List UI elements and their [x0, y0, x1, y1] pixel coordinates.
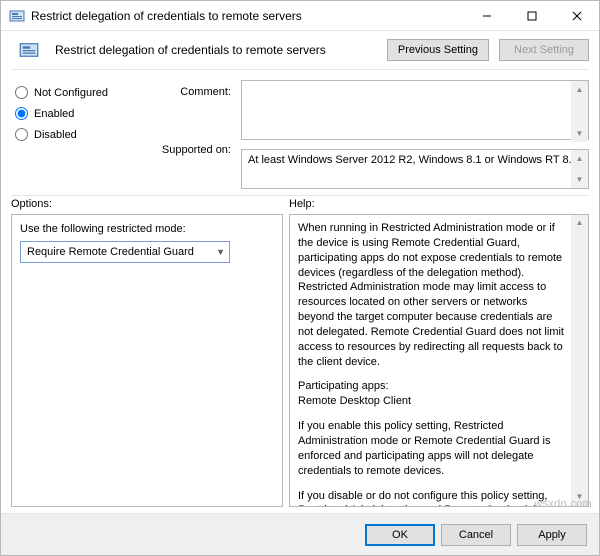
help-scrollbar[interactable]: ▲ ▼ — [571, 215, 588, 506]
help-line: Remote Desktop Client — [298, 395, 411, 407]
banner-title: Restrict delegation of credentials to re… — [55, 43, 326, 57]
comment-scrollbar[interactable]: ▲ ▼ — [571, 81, 588, 142]
maximize-icon — [527, 11, 537, 21]
minimize-button[interactable] — [464, 1, 509, 31]
ok-button[interactable]: OK — [365, 524, 435, 546]
footer: OK Cancel Apply — [1, 513, 599, 555]
field-labels: Comment: Supported on: — [143, 80, 231, 189]
state-radio-group: Not Configured Enabled Disabled — [15, 80, 133, 189]
help-paragraph: If you enable this policy setting, Restr… — [298, 419, 566, 478]
panes: Use the following restricted mode: Requi… — [1, 214, 599, 513]
comment-label: Comment: — [143, 86, 231, 98]
maximize-button[interactable] — [509, 1, 554, 31]
help-line: Participating apps: — [298, 380, 389, 392]
help-pane: When running in Restricted Administratio… — [289, 214, 589, 507]
radio-enabled-input[interactable] — [15, 107, 28, 120]
radio-enabled[interactable]: Enabled — [15, 107, 133, 120]
apply-button[interactable]: Apply — [517, 524, 587, 546]
config-area: Not Configured Enabled Disabled Comment:… — [1, 70, 599, 195]
section-labels: Options: Help: — [1, 196, 599, 214]
help-paragraph: If you disable or do not configure this … — [298, 489, 566, 508]
chevron-down-icon: ▼ — [216, 247, 225, 257]
radio-not-configured-input[interactable] — [15, 86, 28, 99]
comment-input[interactable] — [241, 80, 589, 140]
close-icon — [572, 11, 582, 21]
radio-disabled-label: Disabled — [34, 129, 77, 141]
radio-enabled-label: Enabled — [34, 108, 74, 120]
next-setting-button[interactable]: Next Setting — [499, 39, 589, 61]
previous-setting-button[interactable]: Previous Setting — [387, 39, 489, 61]
titlebar: Restrict delegation of credentials to re… — [1, 1, 599, 31]
window-title: Restrict delegation of credentials to re… — [31, 9, 302, 23]
options-heading: Options: — [11, 198, 289, 210]
close-button[interactable] — [554, 1, 599, 31]
restricted-mode-select[interactable]: Require Remote Credential Guard ▼ — [20, 241, 230, 263]
supported-scrollbar[interactable]: ▲ ▼ — [571, 150, 588, 188]
field-values: ▲ ▼ At least Windows Server 2012 R2, Win… — [241, 80, 589, 189]
scroll-up-icon: ▲ — [571, 150, 588, 167]
radio-not-configured[interactable]: Not Configured — [15, 86, 133, 99]
restricted-mode-label: Use the following restricted mode: — [20, 223, 274, 235]
dialog-window: Restrict delegation of credentials to re… — [0, 0, 600, 556]
options-pane: Use the following restricted mode: Requi… — [11, 214, 283, 507]
scroll-up-icon: ▲ — [571, 215, 588, 232]
radio-not-configured-label: Not Configured — [34, 87, 108, 99]
help-paragraph: Participating apps: Remote Desktop Clien… — [298, 379, 566, 409]
supported-on-box: At least Windows Server 2012 R2, Windows… — [241, 149, 589, 189]
scroll-down-icon: ▼ — [571, 171, 588, 188]
policy-large-icon — [19, 40, 39, 60]
banner: Restrict delegation of credentials to re… — [1, 31, 599, 69]
restricted-mode-value: Require Remote Credential Guard — [27, 246, 194, 258]
supported-on-text: At least Windows Server 2012 R2, Windows… — [248, 154, 578, 166]
scroll-down-icon: ▼ — [571, 489, 588, 506]
help-paragraph: When running in Restricted Administratio… — [298, 221, 566, 369]
minimize-icon — [482, 11, 492, 21]
scroll-down-icon: ▼ — [571, 125, 588, 142]
supported-on-label: Supported on: — [162, 144, 231, 156]
policy-icon — [9, 8, 25, 24]
scroll-up-icon: ▲ — [571, 81, 588, 98]
cancel-button[interactable]: Cancel — [441, 524, 511, 546]
radio-disabled-input[interactable] — [15, 128, 28, 141]
radio-disabled[interactable]: Disabled — [15, 128, 133, 141]
help-heading: Help: — [289, 198, 589, 210]
